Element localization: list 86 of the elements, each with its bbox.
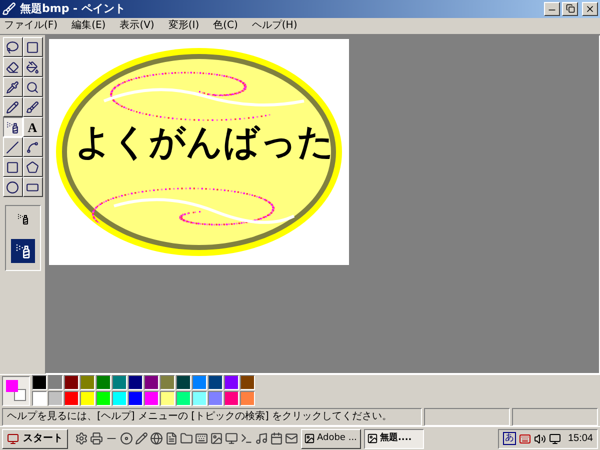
menu-item[interactable]: ヘルプ(H) xyxy=(252,18,298,34)
tool-button[interactable]: A xyxy=(22,117,42,138)
color-swatch[interactable] xyxy=(48,375,63,390)
rounded-rectangle-icon xyxy=(26,180,39,194)
close-button[interactable] xyxy=(582,2,598,16)
canvas[interactable]: よくがんばった xyxy=(49,39,349,266)
window-icon xyxy=(367,433,378,444)
color-swatch[interactable] xyxy=(128,391,143,406)
color-swatch[interactable] xyxy=(96,391,111,406)
color-swatch[interactable] xyxy=(192,375,207,390)
keyboard-icon[interactable] xyxy=(195,432,208,446)
gear-icon[interactable] xyxy=(75,432,88,446)
foreground-color-swatch[interactable] xyxy=(6,380,18,392)
menu-item[interactable]: 表示(V) xyxy=(120,18,154,34)
monitor-icon[interactable] xyxy=(225,432,238,446)
ime-indicator[interactable]: あ xyxy=(502,432,516,446)
clock: 15:04 xyxy=(568,432,593,446)
folder-icon[interactable] xyxy=(180,432,193,446)
color-swatch[interactable] xyxy=(112,391,127,406)
paint-app-icon xyxy=(2,2,16,16)
ellipse-icon xyxy=(6,180,19,194)
pencil-icon[interactable] xyxy=(135,432,148,446)
color-swatch[interactable] xyxy=(240,391,255,406)
paint-bucket-icon xyxy=(26,60,39,74)
line-icon xyxy=(6,140,19,154)
menu-item[interactable]: 色(C) xyxy=(213,18,238,34)
window-icon xyxy=(304,433,315,444)
printer-icon[interactable] xyxy=(90,432,103,446)
color-swatch[interactable] xyxy=(160,375,175,390)
menu-item[interactable]: 変形(I) xyxy=(168,18,200,34)
keyboard-icon[interactable] xyxy=(518,432,531,445)
color-swatch[interactable] xyxy=(176,375,191,390)
color-swatch[interactable] xyxy=(128,375,143,390)
start-button[interactable]: スタート xyxy=(2,428,68,449)
rectangle-icon xyxy=(6,160,19,174)
pipette-icon xyxy=(6,80,19,94)
color-swatch[interactable] xyxy=(80,375,95,390)
color-swatch[interactable] xyxy=(112,375,127,390)
hand-drawn-text: よくがんばった xyxy=(75,121,334,166)
color-swatch[interactable] xyxy=(208,375,223,390)
eraser-icon xyxy=(6,60,19,74)
color-swatch[interactable] xyxy=(240,375,255,390)
globe-icon[interactable] xyxy=(150,432,163,446)
color-swatch[interactable] xyxy=(224,391,239,406)
curve-icon xyxy=(26,140,39,154)
music-icon[interactable] xyxy=(255,432,268,446)
color-swatch[interactable] xyxy=(192,391,207,406)
color-swatch[interactable] xyxy=(176,391,191,406)
color-swatch[interactable] xyxy=(48,391,63,406)
polygon-icon xyxy=(26,160,39,174)
color-swatch[interactable] xyxy=(96,375,111,390)
pencil-icon xyxy=(6,100,19,114)
large-spray-icon xyxy=(14,243,30,260)
calendar-icon[interactable] xyxy=(270,432,283,446)
lasso-icon xyxy=(6,40,19,54)
color-swatch[interactable] xyxy=(64,391,79,406)
terminal-icon[interactable] xyxy=(240,432,253,446)
brush-icon xyxy=(26,100,39,114)
restore-button[interactable] xyxy=(562,2,578,16)
close-icon xyxy=(585,4,595,14)
window-title: 無題bmp - ペイント xyxy=(20,0,126,17)
menu-item[interactable]: 編集(E) xyxy=(72,18,106,34)
restore-icon xyxy=(566,4,574,14)
color-swatch[interactable] xyxy=(32,391,47,406)
tool-button[interactable] xyxy=(2,117,22,138)
disc-icon[interactable] xyxy=(120,432,133,446)
spray-can-icon xyxy=(6,120,19,134)
taskbar-button[interactable]: 無題.... xyxy=(364,428,424,449)
color-swatch[interactable] xyxy=(144,375,159,390)
taskbar-button[interactable]: Adobe ... xyxy=(301,428,361,449)
color-swatch[interactable] xyxy=(208,391,223,406)
status-text: ヘルプを見るには、[ヘルプ] メニューの [トピックの検索] をクリックしてください。 xyxy=(2,408,422,426)
color-swatch[interactable] xyxy=(144,391,159,406)
document-icon[interactable] xyxy=(165,432,178,446)
mail-icon[interactable] xyxy=(285,432,298,446)
color-swatch[interactable] xyxy=(64,375,79,390)
color-swatch[interactable] xyxy=(160,391,175,406)
color-swatch[interactable] xyxy=(32,375,47,390)
menu-item[interactable]: ファイル(F) xyxy=(4,18,58,34)
search-icon xyxy=(26,80,39,94)
image-icon[interactable] xyxy=(210,432,223,446)
monitor-icon[interactable] xyxy=(548,432,561,445)
speaker-icon[interactable] xyxy=(534,432,546,445)
color-swatch[interactable] xyxy=(224,375,239,390)
color-swatch[interactable] xyxy=(80,391,95,406)
minimize-button[interactable] xyxy=(544,2,560,16)
